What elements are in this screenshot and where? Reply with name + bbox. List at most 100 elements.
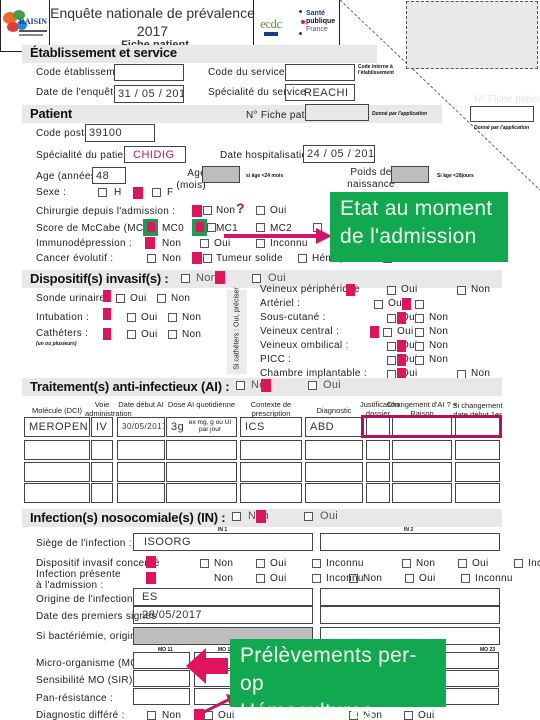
ai-table-cell[interactable]: [455, 440, 500, 460]
ai-table-cell[interactable]: [166, 462, 237, 482]
presente_options-in2-checkbox[interactable]: [461, 574, 470, 583]
mo-input[interactable]: [442, 688, 499, 705]
traitements-oui-checkbox[interactable]: [308, 381, 317, 390]
catheter-oui-checkbox[interactable]: [374, 300, 383, 309]
mo-input[interactable]: [133, 652, 190, 669]
fiche-patient-input[interactable]: [305, 104, 369, 121]
ai-table-cell[interactable]: [240, 462, 302, 482]
ai-table-cell[interactable]: [392, 483, 452, 503]
ai-table-cell[interactable]: MEROPEN: [24, 417, 90, 437]
ai-table-cell[interactable]: [455, 462, 500, 482]
sonde-non-checkbox[interactable]: [157, 294, 166, 303]
date-signes-in2-input[interactable]: [320, 606, 500, 624]
dispositif_options-in1-checkbox[interactable]: [312, 559, 321, 568]
ai-table-cell[interactable]: [24, 462, 90, 482]
catheter-oui-checkbox[interactable]: [383, 328, 392, 337]
age-annees-input[interactable]: 48: [92, 167, 126, 184]
diag-in1-non-checkbox[interactable]: [147, 711, 156, 720]
date-signes-in1-input[interactable]: 28/05/2017: [133, 606, 313, 624]
ai-table-cell[interactable]: [305, 440, 363, 460]
code-service-input[interactable]: [285, 64, 355, 81]
specialite-patient-input[interactable]: CHIDIG: [124, 146, 186, 163]
code-etablissement-input[interactable]: [114, 64, 184, 81]
intubation-non-checkbox[interactable]: [168, 313, 177, 322]
siege-in2-input[interactable]: [320, 533, 500, 551]
ai-table-cell[interactable]: 30/05/2017: [117, 417, 165, 437]
ai-table-cell[interactable]: [305, 462, 363, 482]
chirurgie-non-checkbox[interactable]: [203, 206, 212, 215]
presente_options-in1-checkbox[interactable]: [256, 574, 265, 583]
ai-table-cell[interactable]: ABD: [305, 417, 363, 437]
ai-table-cell[interactable]: [91, 440, 113, 460]
catheter-non-checkbox[interactable]: [415, 328, 424, 337]
dispositif_options-in2-checkbox[interactable]: [458, 559, 467, 568]
ai-table-cell[interactable]: [91, 462, 113, 482]
ai-table-cell[interactable]: [117, 483, 165, 503]
date-hosp-input[interactable]: 24 / 05 / 2017: [303, 145, 375, 163]
mo-input[interactable]: [133, 688, 190, 705]
immuno-inconnu-checkbox[interactable]: [256, 239, 265, 248]
dispositif_options-in2-checkbox[interactable]: [402, 559, 411, 568]
catheter-non-checkbox[interactable]: [415, 314, 424, 323]
catheter-oui-checkbox[interactable]: [387, 286, 396, 295]
sexe-h-checkbox[interactable]: [98, 188, 107, 197]
mo-input[interactable]: [442, 652, 499, 669]
catheter-non-checkbox[interactable]: [415, 356, 424, 365]
ai-table-cell[interactable]: [392, 462, 452, 482]
mo-input[interactable]: [442, 670, 499, 687]
cancer-non-checkbox[interactable]: [147, 254, 156, 263]
intubation-oui-checkbox[interactable]: [127, 313, 136, 322]
mc1-checkbox[interactable]: [207, 223, 216, 232]
chirurgie-oui-checkbox[interactable]: [256, 206, 265, 215]
ai-table-cell[interactable]: [240, 440, 302, 460]
catheter-non-checkbox[interactable]: [415, 300, 424, 309]
ai-table-cell[interactable]: [455, 483, 500, 503]
sonde-oui-checkbox[interactable]: [116, 294, 125, 303]
origine-in1-input[interactable]: ES: [133, 588, 313, 606]
ai-table-cell[interactable]: IV: [91, 417, 113, 437]
siege-in1-input[interactable]: ISOORG: [133, 533, 313, 551]
catheter-non-checkbox[interactable]: [457, 286, 466, 295]
catheter-oui-checkbox[interactable]: [387, 314, 396, 323]
ai-table-cell[interactable]: [24, 483, 90, 503]
ai-table-cell[interactable]: [305, 483, 363, 503]
date-enquete-input[interactable]: 31 / 05 / 2017: [114, 85, 184, 103]
dispositifs-oui-checkbox[interactable]: [252, 274, 261, 283]
cancer-hemopathie-checkbox[interactable]: [298, 254, 307, 263]
infections-non-checkbox[interactable]: [232, 512, 241, 521]
code-postal-input[interactable]: 39100: [85, 124, 155, 142]
catheters-oui-checkbox[interactable]: [127, 330, 136, 339]
cancer-tumeur-checkbox[interactable]: [203, 254, 212, 263]
dispositif_options-in1-checkbox[interactable]: [200, 559, 209, 568]
ai-table-cell[interactable]: [117, 440, 165, 460]
catheters-non-checkbox[interactable]: [168, 330, 177, 339]
fiche-patient-right-input[interactable]: [470, 106, 534, 122]
sexe-f-checkbox[interactable]: [152, 188, 161, 197]
dispositif_options-in2-checkbox[interactable]: [514, 559, 523, 568]
presente_options-in1-checkbox[interactable]: [312, 574, 321, 583]
ai-table-cell[interactable]: [366, 483, 390, 503]
ai-table-cell[interactable]: ICS: [240, 417, 302, 437]
traitements-non-checkbox[interactable]: [236, 381, 245, 390]
ai-table-cell[interactable]: [366, 462, 390, 482]
catheter-oui-checkbox[interactable]: [387, 356, 396, 365]
ai-table-cell[interactable]: [392, 440, 452, 460]
ai-table-cell[interactable]: [166, 440, 237, 460]
ai-table-cell[interactable]: [240, 483, 302, 503]
dispositif_options-in1-checkbox[interactable]: [256, 559, 265, 568]
ai-table-cell[interactable]: [117, 462, 165, 482]
origine-in2-input[interactable]: [320, 588, 500, 606]
ai-table-cell[interactable]: [24, 440, 90, 460]
specialite-service-input[interactable]: REACHI: [285, 84, 355, 101]
catheter-oui-checkbox[interactable]: [387, 342, 396, 351]
mo-input[interactable]: [133, 670, 190, 687]
age-mois-input[interactable]: [202, 166, 240, 183]
ai-table-cell[interactable]: [91, 483, 113, 503]
infections-oui-checkbox[interactable]: [304, 512, 313, 521]
ai-table-cell[interactable]: [366, 440, 390, 460]
poids-input[interactable]: [391, 166, 429, 183]
immuno-oui-checkbox[interactable]: [200, 239, 209, 248]
catheter-non-checkbox[interactable]: [415, 342, 424, 351]
ai-table-cell[interactable]: [166, 483, 237, 503]
dispositifs-non-checkbox[interactable]: [181, 274, 190, 283]
